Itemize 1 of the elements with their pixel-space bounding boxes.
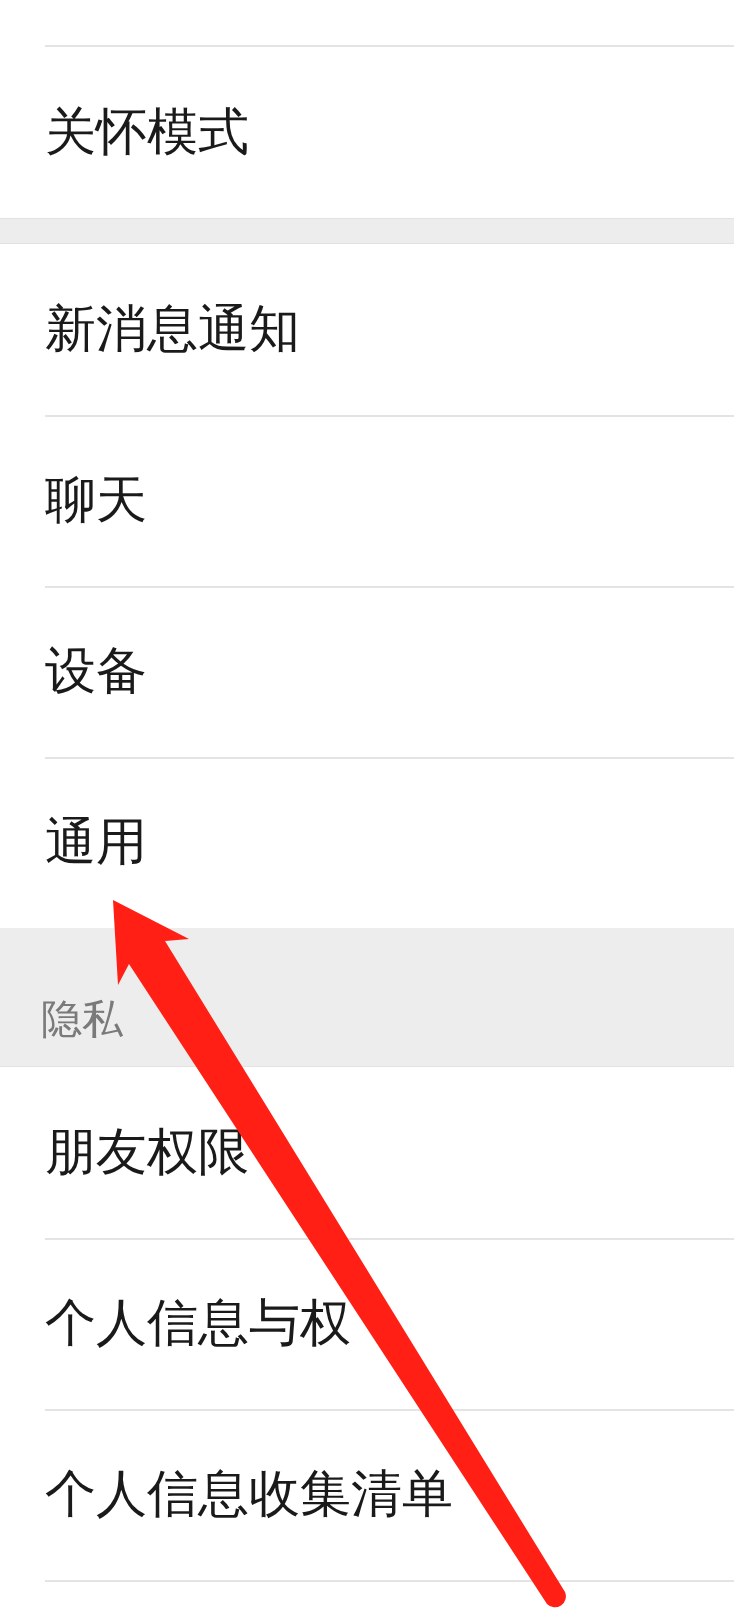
section-header: 隐私 [41, 996, 123, 1042]
